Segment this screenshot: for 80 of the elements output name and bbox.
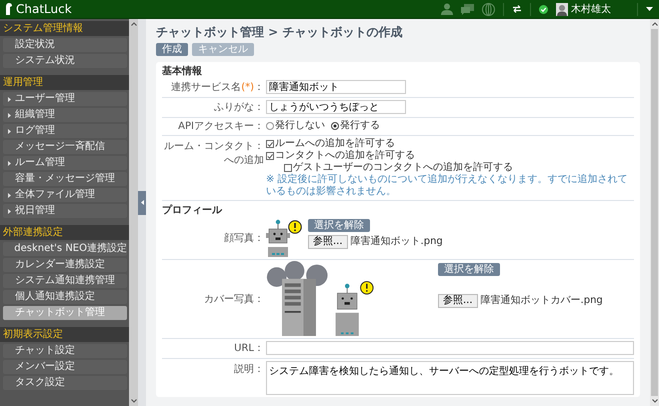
- clear-selection-button[interactable]: 選択を解除: [308, 219, 370, 232]
- dropdown-caret-icon[interactable]: [646, 7, 653, 11]
- sidebar-section-title: 運用管理: [0, 75, 129, 90]
- scroll-up-icon[interactable]: [652, 22, 658, 26]
- sidebar-item[interactable]: カレンダー連携設定: [3, 258, 127, 272]
- sidebar-scrollbar[interactable]: [129, 19, 138, 406]
- sidebar-item[interactable]: チャット設定: [3, 344, 127, 358]
- field-label: カバー写真：: [204, 292, 264, 306]
- scrollbar-thumb[interactable]: [651, 29, 658, 396]
- status-online-icon: [539, 4, 548, 14]
- section-heading: プロフィール: [162, 204, 224, 217]
- file-name: 障害通知ボットカバー.png: [480, 294, 603, 308]
- globe-icon[interactable]: [482, 2, 495, 16]
- sidebar-item[interactable]: 設定状況: [3, 38, 127, 52]
- collapse-sidebar-button[interactable]: [138, 190, 146, 214]
- sidebar-item[interactable]: 容量・メッセージ管理: [3, 172, 127, 186]
- sidebar-item[interactable]: メンバー設定: [3, 360, 127, 374]
- sidebar-item[interactable]: 全体ファイル管理: [3, 188, 127, 202]
- browse-button[interactable]: 参照...: [438, 294, 478, 308]
- avatar-icon[interactable]: [556, 2, 568, 16]
- sidebar-section-title: 外部連携設定: [0, 225, 129, 240]
- furigana-field[interactable]: しょうがいつうちぼっと: [266, 100, 406, 114]
- checkbox-option[interactable]: ゲストユーザーのコンタクトへの追加を許可する: [266, 162, 634, 174]
- sidebar-section-title: 初期表示設定: [0, 327, 129, 342]
- description-field[interactable]: システム障害を検知したら通知し、サーバーへの定型処理を行うボットです。: [266, 361, 634, 395]
- checkbox[interactable]: [266, 152, 274, 160]
- expand-arrow-icon: [8, 208, 11, 214]
- field-label: 顔写真：: [224, 232, 264, 244]
- sidebar-item[interactable]: システム状況: [3, 54, 127, 68]
- field-label: ふりがな：: [214, 101, 264, 114]
- sidebar-item[interactable]: システム通知連携管理: [3, 274, 127, 288]
- swap-icon[interactable]: [512, 5, 522, 13]
- page-scrollbar[interactable]: [650, 19, 659, 406]
- radio-button[interactable]: [331, 122, 339, 130]
- radio-button[interactable]: [266, 122, 274, 130]
- create-button[interactable]: 作成: [156, 43, 188, 56]
- scroll-down-icon[interactable]: [130, 399, 136, 403]
- sidebar-item[interactable]: 祝日管理: [3, 204, 127, 218]
- sidebar-item[interactable]: ユーザー管理: [3, 92, 127, 106]
- radio-option[interactable]: 発行する: [331, 119, 380, 133]
- expand-arrow-icon: [8, 112, 11, 118]
- user-name[interactable]: 木村雄太: [571, 2, 611, 16]
- person-icon[interactable]: [441, 3, 453, 15]
- radio-option[interactable]: 発行しない: [266, 119, 325, 133]
- collapse-arrow-icon: [140, 200, 144, 205]
- chat-icon[interactable]: [461, 4, 474, 14]
- robot-alert-drawing: [266, 219, 302, 257]
- expand-arrow-icon: [8, 96, 11, 102]
- scroll-down-icon[interactable]: [652, 399, 658, 403]
- sidebar-item[interactable]: タスク設定: [3, 376, 127, 390]
- field-label: URL：: [234, 342, 264, 355]
- sidebar-item[interactable]: ルーム管理: [3, 156, 127, 170]
- field-label: 説明：: [234, 362, 264, 376]
- sidebar-section-title: システム管理情報: [0, 21, 129, 36]
- field-label: 連携サービス名(*)：: [171, 80, 264, 94]
- section-heading: 基本情報: [162, 65, 203, 78]
- sidebar-item[interactable]: 組織管理: [3, 108, 127, 122]
- expand-arrow-icon: [8, 128, 11, 134]
- service-name-field[interactable]: 障害通知ボット: [266, 80, 406, 94]
- app-name: ChatLuck: [16, 2, 72, 16]
- url-field[interactable]: [266, 341, 634, 355]
- checkbox-option[interactable]: ルームへの追加を許可する: [266, 138, 634, 150]
- page-title: チャットボット管理 > チャットボットの作成: [156, 25, 404, 40]
- field-label: ルーム・コンタクト： への追加: [164, 140, 264, 167]
- sidebar-item[interactable]: desknet's NEO連携設定: [3, 242, 127, 256]
- checkbox-option[interactable]: コンタクトへの追加を許可する: [266, 150, 634, 162]
- sidebar-item[interactable]: メッセージ一斉配信: [3, 140, 127, 154]
- checkbox[interactable]: [284, 164, 292, 172]
- file-name: 障害通知ボット.png: [350, 235, 443, 249]
- field-label: APIアクセスキー：: [178, 120, 264, 133]
- sidebar-item[interactable]: ログ管理: [3, 124, 127, 138]
- scroll-up-icon[interactable]: [130, 22, 136, 26]
- checkbox[interactable]: [266, 140, 274, 148]
- browse-button[interactable]: 参照...: [308, 235, 348, 249]
- logo-icon: [4, 3, 13, 15]
- sidebar-item[interactable]: 個人通知連携設定: [3, 290, 127, 304]
- expand-arrow-icon: [8, 192, 11, 198]
- info-note: ※ 設定後に許可しないものについて追加が行えなくなります。すでに追加されているものは影響されません。: [266, 174, 629, 198]
- clear-selection-button[interactable]: 選択を解除: [438, 263, 500, 276]
- expand-arrow-icon: [8, 160, 11, 166]
